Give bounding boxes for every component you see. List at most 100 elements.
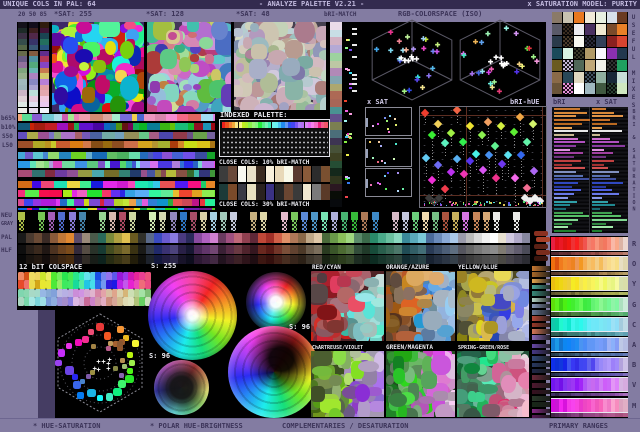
data-point [528, 119, 538, 129]
swatch [78, 114, 91, 121]
colspace-title: 12 bIT COLSPACE [19, 263, 83, 271]
pin-cap [290, 212, 298, 220]
swatch [595, 12, 606, 23]
sat-bar [592, 226, 613, 229]
pin-cap [351, 212, 359, 220]
bottom-label-primary-ranges: PRIMARY RANGES [549, 422, 609, 430]
hue-dot [57, 349, 66, 358]
swatch [330, 60, 342, 69]
swatch [75, 132, 82, 139]
swatch [319, 39, 326, 49]
bri-bar [554, 159, 581, 162]
bri-bar [554, 145, 576, 147]
swatch [107, 208, 115, 210]
swatch [38, 132, 49, 139]
desat-strip [532, 343, 552, 349]
swatch [584, 71, 595, 83]
swatch [584, 12, 595, 23]
pin-stem [150, 220, 156, 231]
neu-label: NEU [1, 212, 12, 219]
speck [493, 201, 495, 204]
swatch [156, 199, 168, 206]
hue-sat-field-sat255[interactable] [52, 22, 144, 112]
swatch [18, 190, 25, 197]
speck [452, 202, 455, 204]
pin-stem [301, 220, 307, 231]
hue-sat-field-sat128[interactable] [147, 22, 231, 112]
data-point [440, 139, 449, 148]
hue-sat-field-sat48[interactable] [234, 22, 326, 110]
swatch [87, 208, 98, 210]
strip-label-l50: L50 [2, 142, 13, 149]
swatch [149, 190, 161, 197]
swatch [148, 132, 159, 139]
swatch [144, 280, 151, 289]
swatch [103, 114, 113, 121]
comp-field-chartreuse-violet [311, 351, 384, 417]
swatch [160, 123, 171, 130]
sat-bar [592, 230, 602, 233]
pin-stem [352, 220, 358, 231]
speck [476, 201, 478, 203]
palette-row[interactable] [18, 233, 530, 243]
comp-field-orange-azure [386, 271, 455, 341]
swatch [302, 184, 312, 200]
swatch [414, 334, 424, 341]
sat-bar [592, 178, 616, 181]
stack-layer [536, 249, 550, 255]
swatch [18, 181, 32, 188]
data-point [396, 171, 399, 174]
swatch [61, 114, 69, 121]
swatch [177, 114, 188, 121]
sat-bar [592, 115, 623, 118]
swatch [246, 166, 256, 182]
swatch [562, 12, 573, 23]
swatch [483, 320, 498, 335]
sat-bar [592, 170, 619, 173]
swatch [18, 161, 31, 168]
swatch [129, 152, 141, 159]
swatch [330, 83, 342, 92]
range-letter: C [632, 320, 637, 329]
swatch [57, 123, 69, 130]
swatch [623, 413, 628, 417]
swatch [45, 123, 58, 130]
data-point [491, 173, 500, 182]
swatch [293, 166, 303, 182]
close-cols-30-swatches[interactable] [219, 184, 331, 200]
sat128-label: *SAT: 128 [146, 10, 184, 18]
swatch [330, 176, 342, 184]
trail [463, 145, 465, 156]
swatch [595, 47, 606, 59]
desat-strip [532, 335, 552, 340]
swatch [160, 190, 174, 197]
swatch [53, 181, 67, 188]
swatch [184, 208, 200, 210]
desat-strip [532, 349, 552, 355]
swatch [62, 190, 72, 197]
swatch [265, 166, 275, 182]
pin-cap [442, 212, 450, 220]
pin-cap [452, 212, 460, 220]
swatch [110, 96, 127, 112]
indexed-palette-grid[interactable] [219, 119, 330, 157]
trail [495, 148, 497, 173]
trail [476, 156, 478, 171]
speck [430, 202, 432, 205]
swatch [330, 160, 342, 169]
swatch [329, 374, 342, 386]
useful-mixes-grid[interactable] [552, 12, 628, 97]
hue-dot [127, 352, 134, 359]
hue-dot [76, 392, 84, 400]
swatch [62, 161, 75, 168]
swatch [522, 255, 530, 264]
speck [423, 202, 426, 205]
swatch [74, 199, 85, 206]
swatch [623, 257, 628, 271]
close-cols-10-swatches[interactable] [219, 166, 331, 182]
swatch [482, 404, 500, 417]
swatch [552, 71, 562, 83]
range-thin [551, 291, 628, 296]
neutral-pins-row [18, 212, 546, 232]
desaturation-strips [532, 266, 552, 418]
